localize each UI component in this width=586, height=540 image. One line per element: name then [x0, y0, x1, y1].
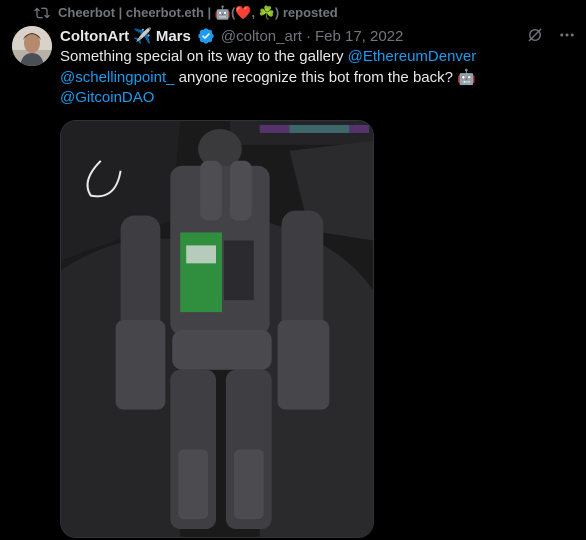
mention-link[interactable]: @GitcoinDAO	[60, 89, 154, 106]
repost-icon	[34, 7, 50, 19]
tweet-text-part-2: anyone recognize this bot from the back?	[174, 68, 458, 86]
robot-photo-image	[61, 121, 373, 537]
tweet-header: ColtonArt ✈️ Mars @colton_art · Feb 17, …	[60, 25, 403, 47]
tweet-date[interactable]: Feb 17, 2022	[315, 28, 403, 45]
avatar-image	[12, 26, 52, 66]
separator-dot: ·	[305, 27, 311, 45]
verified-badge-icon[interactable]	[197, 27, 215, 45]
header-actions	[526, 26, 576, 44]
display-name[interactable]: ColtonArt	[60, 28, 129, 45]
tweet-photo[interactable]	[60, 120, 374, 538]
more-icon[interactable]	[558, 26, 576, 44]
mention-link[interactable]: @schellingpoint_	[60, 69, 174, 86]
avatar[interactable]	[12, 26, 52, 66]
repost-indicator[interactable]: Cheerbot | cheerbot.eth | 🤖(❤️, ☘️) repo…	[34, 4, 338, 22]
display-name-suffix[interactable]: Mars	[156, 28, 191, 45]
repost-label: Cheerbot | cheerbot.eth | 🤖(❤️, ☘️) repo…	[58, 5, 338, 20]
plane-emoji: ✈️	[133, 28, 152, 45]
tweet-text-part-1: Something special on its way to the gall…	[60, 48, 348, 65]
author-handle[interactable]: @colton_art	[221, 28, 302, 45]
mention-link[interactable]: @EthereumDenver	[348, 48, 477, 65]
tweet-text: Something special on its way to the gall…	[60, 47, 560, 109]
tweet[interactable]: Cheerbot | cheerbot.eth | 🤖(❤️, ☘️) repo…	[0, 0, 586, 540]
robot-emoji: 🤖	[457, 68, 476, 86]
grok-icon[interactable]	[526, 26, 544, 44]
